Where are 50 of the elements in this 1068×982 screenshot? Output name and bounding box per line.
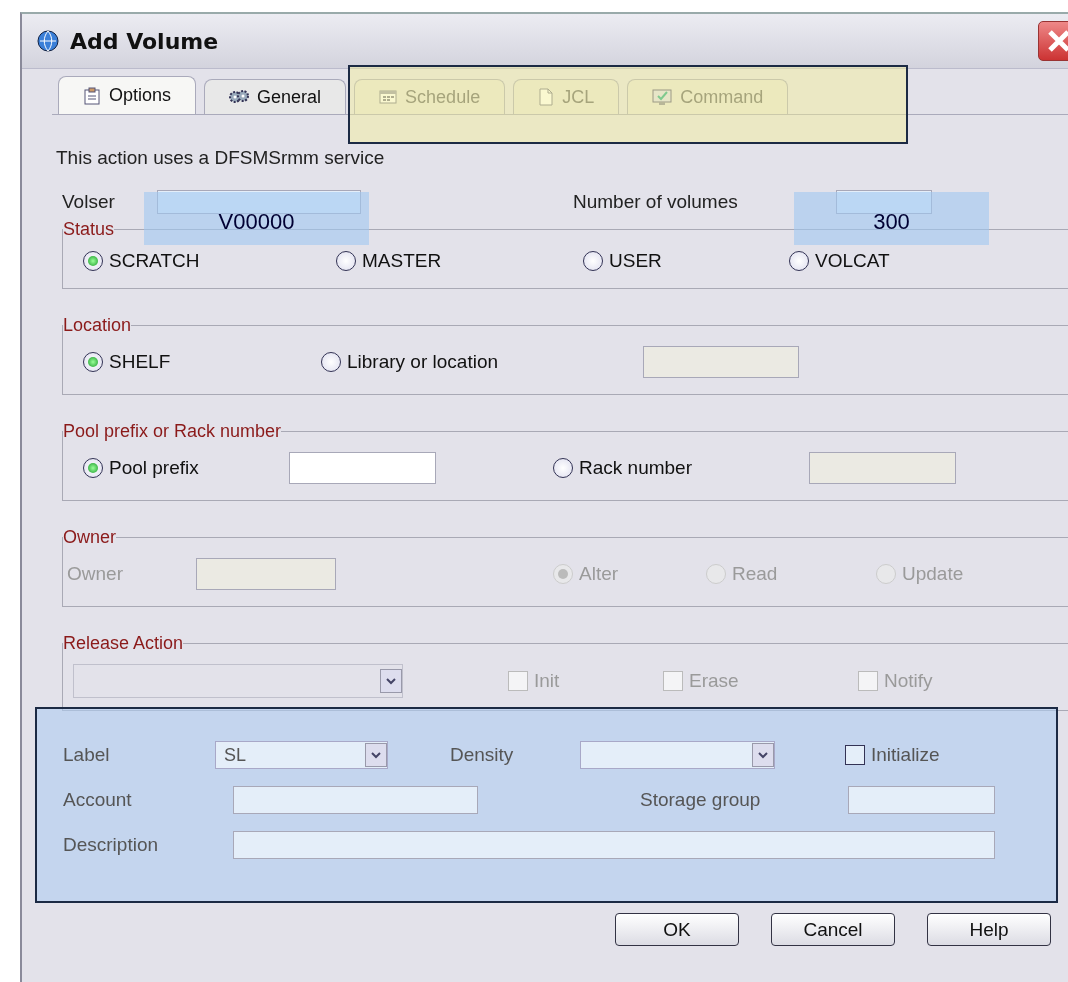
input-field[interactable] (233, 786, 478, 814)
dialog-button[interactable]: OK (615, 913, 739, 946)
field-label: Account (63, 789, 133, 811)
radio-option[interactable]: MASTER (336, 250, 583, 272)
field-label: Description (63, 834, 160, 856)
notice-text: This action uses a DFSMSrmm service (55, 147, 386, 169)
chevron-down-icon (386, 677, 396, 685)
chevron-down-icon (758, 751, 768, 759)
monitor-check-icon (652, 88, 673, 106)
group-title: Status (63, 219, 115, 240)
radio-option[interactable]: USER (583, 250, 789, 272)
radio-option[interactable]: SHELF (83, 351, 321, 373)
field-label: Volser (61, 191, 116, 213)
radio-option[interactable]: SCRATCH (83, 250, 336, 272)
group-title: Owner (63, 527, 116, 548)
clipboard-icon (83, 86, 101, 105)
dropdown[interactable]: SL (215, 741, 388, 769)
chevron-down-icon (371, 751, 381, 759)
dialog-button[interactable]: Cancel (771, 913, 895, 946)
close-button[interactable] (1038, 21, 1068, 61)
input-field[interactable] (848, 786, 995, 814)
radio-option[interactable]: Library or location (321, 351, 643, 373)
document-icon (538, 88, 555, 106)
calendar-icon (379, 89, 398, 105)
input-field[interactable] (233, 831, 995, 859)
input-field[interactable] (836, 190, 932, 214)
annotation-label: 300 (794, 192, 989, 245)
group-title: Location (63, 315, 132, 336)
dialog-button[interactable]: Help (927, 913, 1051, 946)
group-title: Release Action (63, 633, 184, 654)
radio-option[interactable]: Rack number (553, 457, 809, 479)
field-label: Density (450, 744, 515, 766)
window-title: Add Volume (70, 28, 219, 54)
input-field[interactable] (289, 452, 436, 484)
checkbox[interactable]: Initialize (845, 744, 940, 766)
field-label: Owner (67, 563, 124, 585)
dropdown[interactable] (580, 741, 775, 769)
tab[interactable]: General (204, 79, 347, 114)
gears-icon (229, 88, 250, 106)
radio-option[interactable]: VOLCAT (789, 250, 1068, 272)
globe-icon (36, 29, 60, 53)
input-field[interactable] (157, 190, 361, 214)
tab[interactable]: Options (58, 76, 197, 114)
close-icon (1047, 29, 1068, 53)
field-label: Number of volumes (573, 191, 739, 213)
group-title: Pool prefix or Rack number (63, 421, 282, 442)
annotation-label: V00000 (144, 192, 369, 245)
field-label: Storage group (640, 789, 762, 811)
field-label: Label (63, 744, 111, 766)
radio-option[interactable]: Pool prefix (83, 457, 289, 479)
